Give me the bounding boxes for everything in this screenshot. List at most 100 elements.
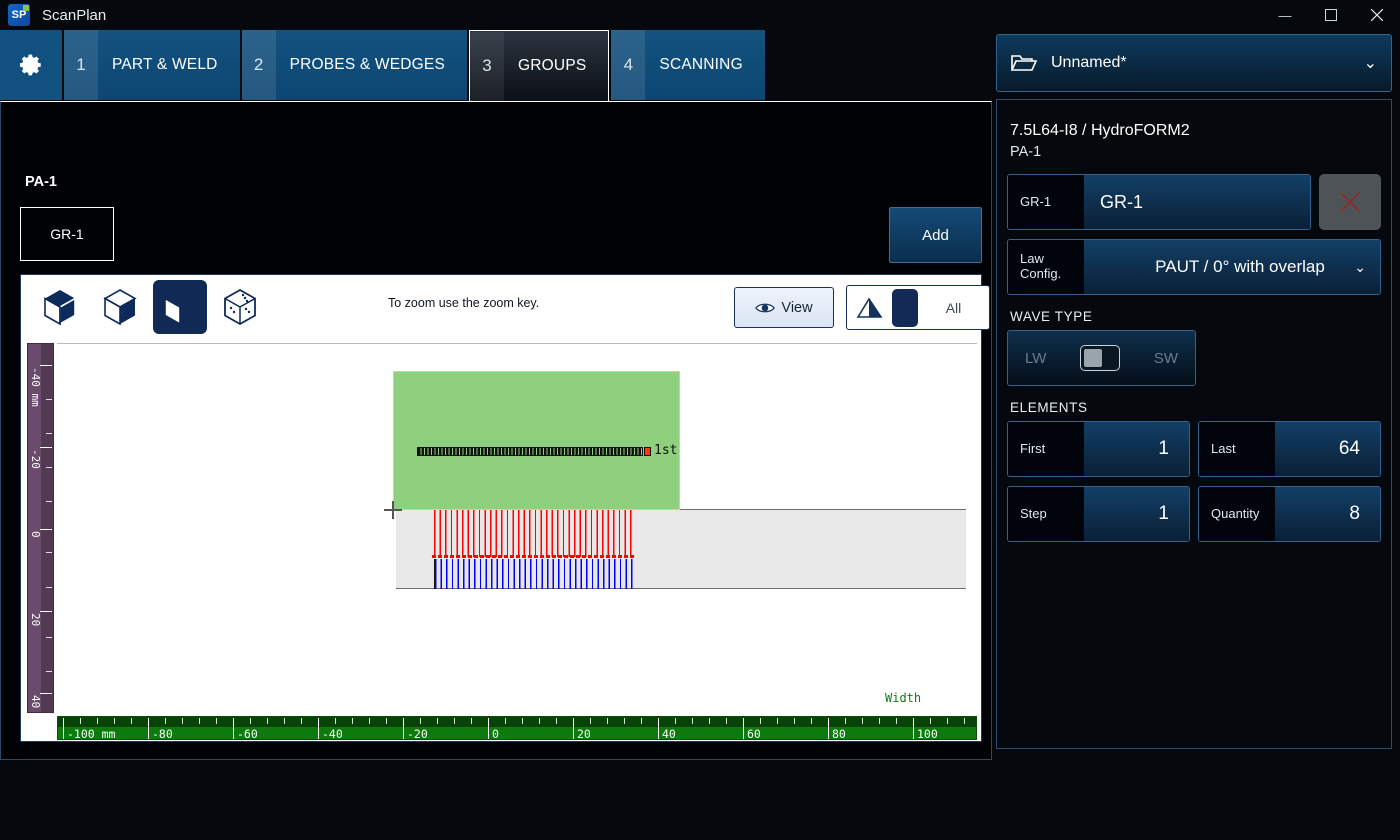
app-logo-text: SP [12,9,27,21]
title-bar: SP ScanPlan — [0,0,1400,30]
element-first-value[interactable]: 1 [1084,422,1189,476]
element-quantity-value[interactable]: 8 [1275,487,1380,541]
toggle-knob[interactable] [892,289,918,327]
scanplan-window: SP ScanPlan — 1 PART & WELD 2 [0,0,1400,840]
viewer-toolbar: To zoom use the zoom key. View [21,275,981,338]
beam-bundle-upper [434,510,634,557]
add-group-label: Add [922,227,949,244]
width-axis-label: Width [885,691,921,705]
delete-group-button[interactable] [1319,174,1381,230]
element-last-key: Last [1199,422,1275,476]
minimize-button[interactable]: — [1262,0,1308,30]
right-properties-panel: Unnamed* ⌄ 7.5L64-I8 / HydroFORM2 PA-1 G… [996,34,1396,756]
channel-name: PA-1 [1010,144,1381,160]
cube-iso-front-icon[interactable] [153,280,207,334]
element-last-value[interactable]: 64 [1275,422,1380,476]
probe-group-title: PA-1 [25,174,57,190]
group-tab-label: GR-1 [50,226,83,242]
cube-iso-dotted-icon[interactable] [213,280,267,334]
scan-plan-viewer: To zoom use the zoom key. View [20,274,982,742]
settings-gear-icon[interactable] [0,30,62,100]
v-axis-tick-label: -20 [29,449,42,469]
element-first-key: First [1008,422,1084,476]
groups-main-panel: PA-1 GR-1 Add [0,101,992,760]
beam-bundle-lower [434,559,634,589]
element-quantity-key: Quantity [1199,487,1275,541]
wedge-body [393,371,680,510]
probe-element-array [417,447,643,456]
h-axis-tick-label: 20 [577,727,591,740]
wizard-tabbar: 1 PART & WELD 2 PROBES & WEDGES 3 GROUPS… [0,30,992,102]
h-axis-tick-label: -40 [322,727,343,740]
beam-focal-line [432,555,636,558]
horizontal-ruler[interactable]: -100 mm -80 -60 -40 -20 0 20 40 60 80 10… [57,716,977,740]
tab-groups[interactable]: 3 GROUPS [469,30,609,101]
view-button-label: View [781,300,812,316]
cube-iso-solid-icon[interactable] [33,280,87,334]
project-name: Unnamed* [1051,54,1127,72]
add-group-button[interactable]: Add [889,207,982,263]
tab-probes-and-wedges[interactable]: 2 PROBES & WEDGES [242,30,467,100]
element-quantity-field[interactable]: Quantity 8 [1198,486,1381,542]
h-axis-tick-label: 0 [492,727,499,740]
bottom-bar: 0.00 mm -11.50 mm [0,760,1400,840]
cube-iso-top-icon[interactable] [93,280,147,334]
tab-label: SCANNING [645,56,764,74]
law-config-field[interactable]: Law Config. PAUT / 0° with overlap ⌄ [1007,239,1381,295]
h-axis-tick-label: -100 mm [67,727,115,740]
origin-crosshair-icon [384,501,402,519]
v-axis-tick-label: 40 [29,695,42,708]
tab-label: PART & WELD [98,56,240,74]
chevron-down-icon[interactable]: ⌄ [1364,53,1377,73]
restore-down-icon[interactable] [1216,0,1262,30]
v-axis-tick-label: 20 [29,613,42,626]
tab-label: PROBES & WEDGES [276,56,467,74]
close-icon [1339,191,1361,213]
h-axis-tick-label: -60 [237,727,258,740]
horizontal-ruler-shade [58,717,976,727]
group-tab-gr-1[interactable]: GR-1 [20,207,114,261]
element-last-field[interactable]: Last 64 [1198,421,1381,477]
probe-wedge-title: 7.5L64-I8 / HydroFORM2 [1010,122,1381,140]
wave-type-lw-label: LW [1025,350,1046,367]
elements-row-2: Step 1 Quantity 8 [1007,486,1381,542]
wave-type-switch[interactable] [1080,345,1120,371]
group-name-field[interactable]: GR-1 GR-1 [1007,174,1311,230]
element-step-value[interactable]: 1 [1084,487,1189,541]
wave-type-toggle[interactable]: LW SW [1007,330,1196,386]
first-element-label: 1st [654,443,677,458]
h-axis-tick-label: 40 [662,727,676,740]
tab-number: 1 [64,30,98,100]
group-name-value[interactable]: GR-1 [1084,175,1310,229]
zoom-hint-text: To zoom use the zoom key. [388,296,539,310]
element-step-field[interactable]: Step 1 [1007,486,1190,542]
h-axis-tick-label: 60 [747,727,761,740]
elements-row-1: First 1 Last 64 [1007,421,1381,477]
window-title: ScanPlan [42,7,106,24]
view-button[interactable]: View [734,287,834,328]
project-selector[interactable]: Unnamed* ⌄ [996,34,1392,92]
tab-number: 2 [242,30,276,100]
plot-canvas[interactable]: 1st [57,343,977,713]
maximize-button[interactable] [1308,0,1354,30]
window-controls: — [1216,0,1400,30]
law-config-value[interactable]: PAUT / 0° with overlap ⌄ [1084,240,1380,294]
law-config-text: PAUT / 0° with overlap [1155,257,1325,277]
element-step-key: Step [1008,487,1084,541]
h-axis-tick-label: 80 [832,727,846,740]
tab-part-and-weld[interactable]: 1 PART & WELD [64,30,240,100]
folder-icon [1011,53,1037,73]
vertical-ruler[interactable]: -40 mm -20 0 20 40 [27,343,54,713]
elements-grid: First 1 Last 64 Step 1 Quantity [1007,421,1381,542]
element-first-field[interactable]: First 1 [1007,421,1190,477]
close-button[interactable] [1354,0,1400,30]
law-config-row: Law Config. PAUT / 0° with overlap ⌄ [1007,239,1381,295]
display-scope-toggle[interactable]: All [846,285,990,330]
group-name-key: GR-1 [1008,175,1084,229]
tab-scanning[interactable]: 4 SCANNING [611,30,764,100]
wedge-shape-icon [847,286,892,329]
chevron-down-icon[interactable]: ⌄ [1354,259,1366,276]
first-element-marker [644,447,651,456]
h-axis-tick-label: -20 [407,727,428,740]
h-axis-tick-label: -80 [152,727,173,740]
